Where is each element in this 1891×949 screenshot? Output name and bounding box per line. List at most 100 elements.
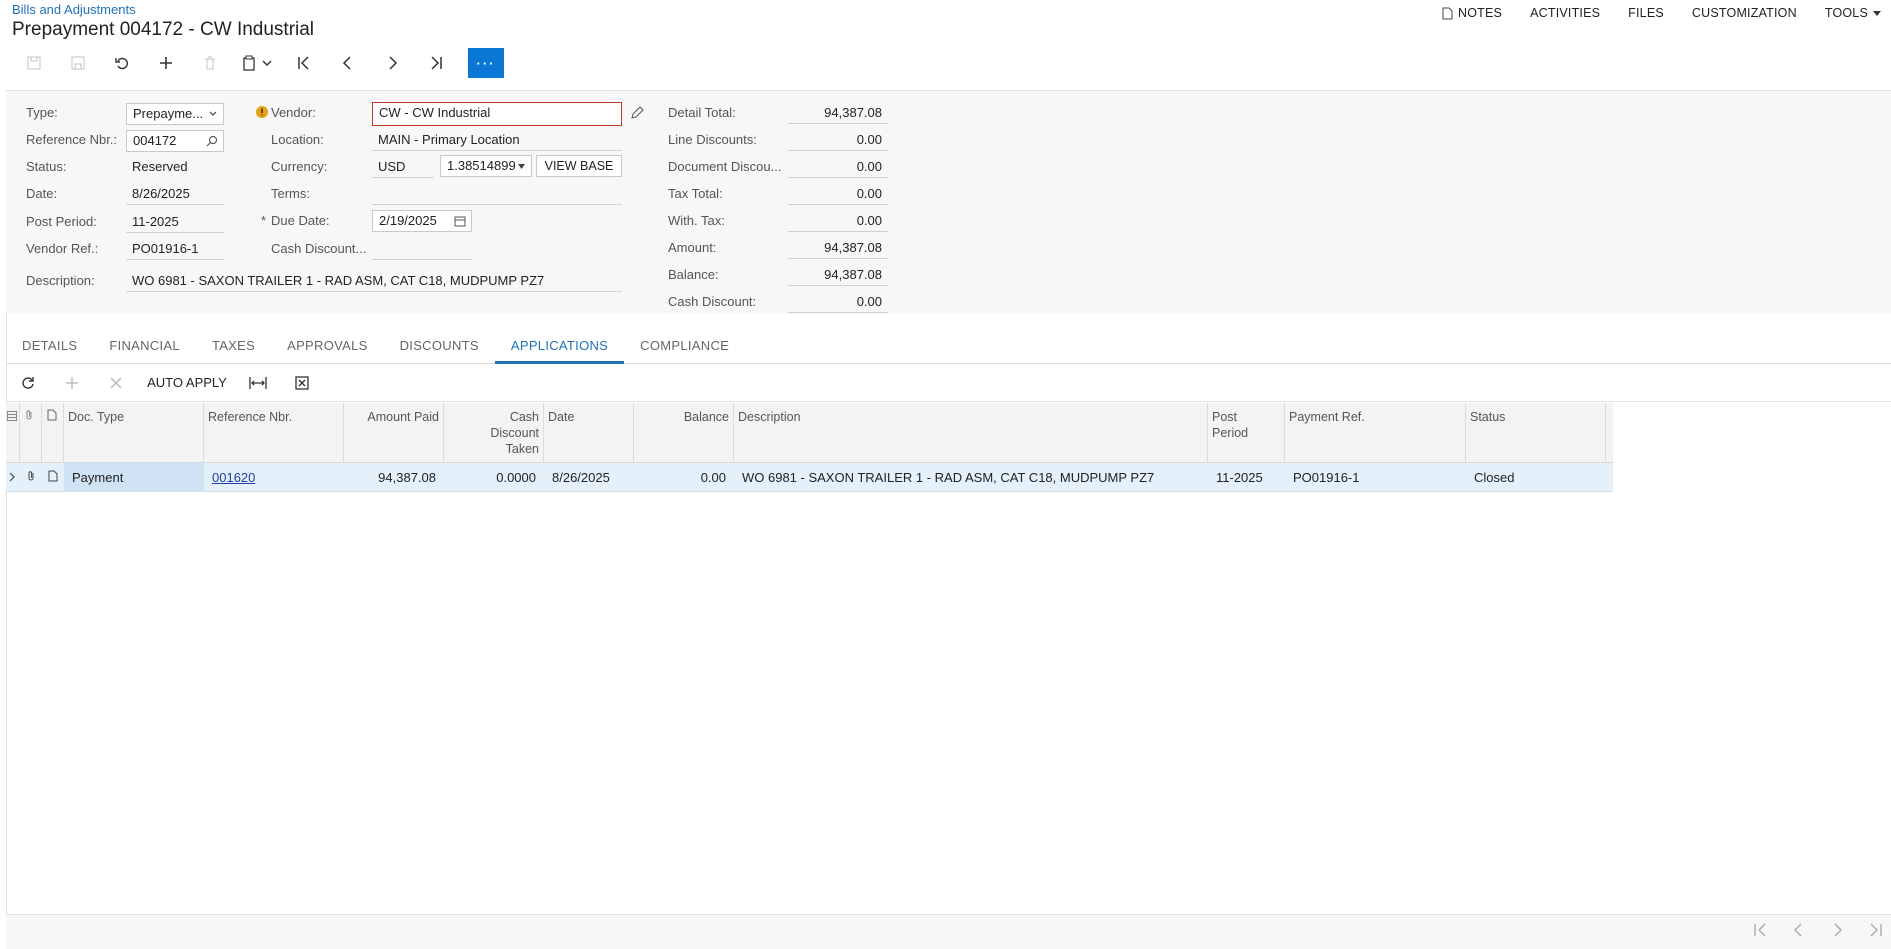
balance-header[interactable]: Balance: [634, 403, 734, 463]
status-header[interactable]: Status: [1466, 403, 1606, 463]
edit-pencil-icon[interactable]: [630, 106, 644, 120]
expand-row-icon[interactable]: [6, 463, 20, 492]
payment-ref-cell[interactable]: PO01916-1: [1285, 463, 1466, 492]
currency-value[interactable]: USD: [372, 156, 434, 178]
delete-button[interactable]: [188, 48, 232, 78]
doc-type-cell[interactable]: Payment: [64, 463, 204, 492]
due-date-label: Due Date:: [271, 213, 330, 228]
caret-down-icon: [518, 164, 525, 169]
chevron-down-icon: [209, 111, 217, 116]
location-value[interactable]: MAIN - Primary Location: [372, 129, 622, 151]
chevron-right-icon: [389, 56, 398, 70]
post-period-cell[interactable]: 11-2025: [1208, 463, 1285, 492]
vendor-ref-value[interactable]: PO01916-1: [126, 238, 224, 260]
cash-discount-value[interactable]: [372, 238, 472, 260]
warning-icon: [256, 106, 268, 118]
attachment-header: [20, 403, 42, 463]
total-value: 0.00: [788, 183, 888, 205]
previous-record-button[interactable]: [326, 48, 370, 78]
tab-taxes[interactable]: TAXES: [196, 330, 271, 364]
add-row-button[interactable]: [50, 364, 94, 402]
view-base-button[interactable]: VIEW BASE: [536, 155, 622, 177]
auto-apply-button[interactable]: AUTO APPLY: [138, 364, 236, 402]
amount-paid-cell[interactable]: 94,387.08: [344, 463, 444, 492]
total-value: 0.00: [788, 291, 888, 313]
last-record-button[interactable]: [414, 48, 458, 78]
top-menu: NOTES ACTIVITIES FILES CUSTOMIZATION TOO…: [1442, 6, 1881, 20]
refresh-icon: [22, 376, 34, 389]
post-period-header[interactable]: Post Period: [1208, 403, 1285, 463]
document-icon: [1442, 7, 1453, 19]
terms-value[interactable]: [372, 183, 622, 205]
description-header[interactable]: Description: [734, 403, 1208, 463]
cash-discount-taken-header[interactable]: Cash Discount Taken: [444, 403, 544, 463]
notes-button[interactable]: NOTES: [1442, 6, 1502, 20]
next-record-button[interactable]: [370, 48, 414, 78]
total-value: 0.00: [788, 210, 888, 232]
date-header[interactable]: Date: [544, 403, 634, 463]
files-button[interactable]: FILES: [1628, 6, 1664, 20]
rate-input[interactable]: 1.38514899: [440, 155, 532, 177]
export-excel-button[interactable]: [280, 364, 324, 402]
activities-button[interactable]: ACTIVITIES: [1530, 6, 1600, 20]
payment-ref-header[interactable]: Payment Ref.: [1285, 403, 1466, 463]
fit-columns-button[interactable]: [236, 364, 280, 402]
total-label: Tax Total:: [668, 186, 723, 201]
last-page-icon[interactable]: [1867, 923, 1883, 937]
tab-compliance[interactable]: COMPLIANCE: [624, 330, 745, 364]
tools-button[interactable]: TOOLS: [1825, 6, 1881, 20]
copy-paste-button[interactable]: [232, 48, 282, 78]
amount-paid-header[interactable]: Amount Paid: [344, 403, 444, 463]
reference-nbr-header[interactable]: Reference Nbr.: [204, 403, 344, 463]
attachment-cell[interactable]: [20, 463, 42, 492]
description-cell[interactable]: WO 6981 - SAXON TRAILER 1 - RAD ASM, CAT…: [734, 463, 1208, 492]
row-selector-header[interactable]: [6, 403, 20, 463]
due-date-input[interactable]: 2/19/2025: [372, 210, 472, 232]
balance-cell[interactable]: 0.00: [634, 463, 734, 492]
description-value[interactable]: WO 6981 - SAXON TRAILER 1 - RAD ASM, CAT…: [126, 270, 622, 292]
clipboard-icon: [243, 55, 255, 71]
vendor-input[interactable]: CW - CW Industrial: [372, 102, 622, 126]
type-select[interactable]: Prepayme...: [126, 103, 224, 125]
cash-discount-label: Cash Discount...: [271, 241, 367, 256]
more-actions-button[interactable]: ···: [468, 48, 504, 78]
delete-row-button[interactable]: [94, 364, 138, 402]
notes-cell[interactable]: [42, 463, 64, 492]
reference-nbr-input[interactable]: 004172: [126, 130, 224, 152]
grid-toolbar: AUTO APPLY: [6, 364, 1891, 402]
undo-button[interactable]: [100, 48, 144, 78]
calendar-icon[interactable]: [454, 215, 466, 227]
status-cell[interactable]: Closed: [1466, 463, 1606, 492]
cash-discount-taken-cell[interactable]: 0.0000: [444, 463, 544, 492]
first-icon: [298, 56, 309, 70]
next-page-icon[interactable]: [1829, 923, 1845, 937]
total-label: Detail Total:: [668, 105, 736, 120]
tab-financial[interactable]: FINANCIAL: [93, 330, 196, 364]
breadcrumb[interactable]: Bills and Adjustments: [12, 2, 136, 17]
customization-button[interactable]: CUSTOMIZATION: [1692, 6, 1797, 20]
add-button[interactable]: [144, 48, 188, 78]
previous-page-icon[interactable]: [1791, 923, 1807, 937]
due-date-value: 2/19/2025: [379, 213, 437, 228]
search-icon[interactable]: [206, 135, 218, 147]
tab-discounts[interactable]: DISCOUNTS: [384, 330, 495, 364]
tab-applications[interactable]: APPLICATIONS: [494, 330, 625, 364]
save-close-button[interactable]: [12, 48, 56, 78]
date-cell[interactable]: 8/26/2025: [544, 463, 634, 492]
notes-label: NOTES: [1458, 6, 1503, 20]
doc-type-header[interactable]: Doc. Type: [64, 403, 204, 463]
total-label: Document Discou...: [668, 159, 782, 174]
main-toolbar: ···: [12, 48, 504, 78]
first-record-button[interactable]: [282, 48, 326, 78]
save-button[interactable]: [56, 48, 100, 78]
tab-approvals[interactable]: APPROVALS: [271, 330, 384, 364]
table-row[interactable]: Payment 001620 94,387.08 0.0000 8/26/202…: [6, 463, 1613, 492]
reference-nbr-link[interactable]: 001620: [212, 470, 255, 485]
tab-details[interactable]: DETAILS: [6, 330, 93, 364]
first-page-icon[interactable]: [1753, 923, 1769, 937]
reference-nbr-cell[interactable]: 001620: [204, 463, 344, 492]
rate-value: 1.38514899: [447, 158, 516, 173]
grid-settings-icon: [7, 411, 17, 421]
grid-footer: [6, 914, 1891, 949]
refresh-button[interactable]: [6, 364, 50, 402]
